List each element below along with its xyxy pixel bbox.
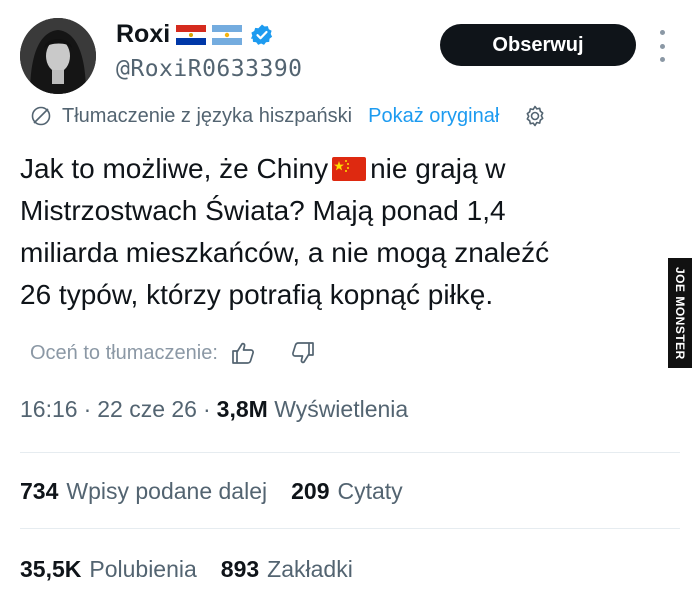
watermark-logo: JOE MONSTER (668, 258, 692, 368)
flag-china-icon (332, 157, 367, 181)
divider (20, 528, 680, 529)
verified-badge-icon (251, 24, 273, 45)
tweet-line: 26 typów, którzy potrafią kopnąć piłkę. (20, 279, 494, 310)
quotes-label: Cytaty (337, 478, 403, 504)
thumbs-down-icon[interactable] (290, 340, 316, 366)
flag-argentina-icon (212, 24, 243, 45)
likes-count: 35,5K (20, 556, 82, 582)
views-count: 3,8M (216, 396, 268, 422)
tweet-time[interactable]: 16:16 (20, 396, 78, 423)
avatar[interactable] (20, 18, 96, 94)
bookmarks-label: Zakładki (267, 556, 353, 582)
likes-label: Polubienia (89, 556, 197, 582)
user-handle[interactable]: @RoxiR0633390 (116, 56, 303, 82)
tweet-text: Jak to możliwe, że Chiny nie grają w Mis… (20, 148, 630, 316)
tweet-line: nie grają w (370, 153, 506, 184)
more-options-icon[interactable] (656, 30, 668, 62)
stats-row-engagement: 35,5K Polubienia 893 Zakładki (20, 556, 353, 583)
bookmarks-count: 893 (220, 556, 260, 582)
user-name[interactable]: Roxi (116, 20, 170, 49)
user-name-row: Roxi (116, 20, 274, 49)
tweet-line: miliarda mieszkańców, a nie mogą znaleźć (20, 237, 550, 268)
separator-dot: · (202, 396, 211, 422)
tweet-line: Jak to możliwe, że Chiny (20, 153, 329, 184)
rate-translation-label: Oceń to tłumaczenie: (30, 341, 218, 364)
quotes-count: 209 (291, 478, 330, 504)
tweet-date[interactable]: 22 cze 26 (97, 396, 197, 423)
quotes-stat[interactable]: 209 Cytaty (291, 478, 403, 505)
rate-translation-row: Oceń to tłumaczenie: (30, 340, 316, 366)
retweets-count: 734 (20, 478, 59, 504)
tweet-meta: 16:16 · 22 cze 26 · 3,8M Wyświetlenia (20, 396, 408, 423)
bookmarks-stat[interactable]: 893 Zakładki (221, 556, 353, 583)
gear-icon[interactable] (523, 104, 547, 128)
stats-row-shares: 734 Wpisy podane dalej 209 Cytaty (20, 478, 403, 505)
views-label: Wyświetlenia (274, 396, 409, 422)
translation-label: Tłumaczenie z języka hiszpański (62, 104, 353, 127)
show-original-link[interactable]: Pokaż oryginał (368, 105, 499, 128)
likes-stat[interactable]: 35,5K Polubienia (20, 556, 197, 583)
divider (20, 452, 680, 453)
separator-dot: · (83, 396, 92, 422)
translation-bar: Tłumaczenie z języka hiszpański Pokaż or… (30, 104, 547, 128)
flag-paraguay-icon (176, 24, 207, 45)
follow-button[interactable]: Obserwuj (440, 24, 636, 66)
tweet-line: Mistrzostwach Świata? Mają ponad 1,4 (20, 195, 506, 226)
retweets-label: Wpisy podane dalej (66, 478, 268, 504)
translate-globe-icon (31, 106, 51, 126)
thumbs-up-icon[interactable] (230, 340, 256, 366)
retweets-stat[interactable]: 734 Wpisy podane dalej (20, 478, 267, 505)
